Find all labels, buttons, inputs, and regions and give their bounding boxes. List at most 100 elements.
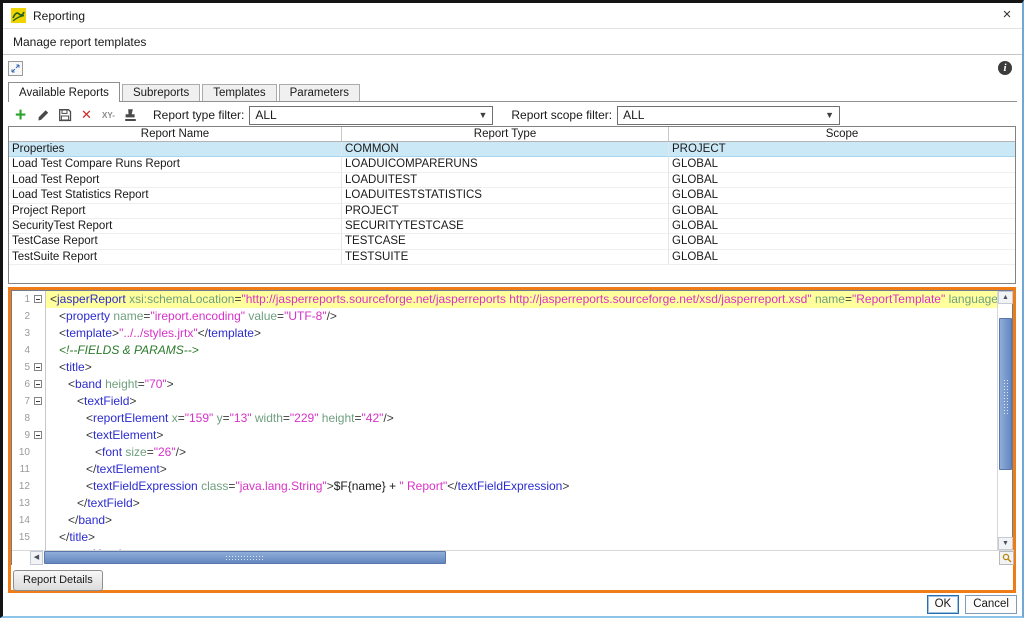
table-header: Report NameReport TypeScope <box>9 127 1015 142</box>
horizontal-scrollbar-thumb[interactable] <box>44 551 446 564</box>
magnifier-icon[interactable] <box>999 551 1014 565</box>
report-scope-filter-value: ALL <box>618 108 644 122</box>
report-editor-panel: 1<jasperReport xsi:schemaLocation="http:… <box>8 287 1016 593</box>
code-line[interactable]: 14</band> <box>12 512 998 529</box>
xml-editor[interactable]: 1<jasperReport xsi:schemaLocation="http:… <box>11 290 1013 565</box>
dialog-subtitle: Manage report templates <box>3 30 1022 55</box>
column-header-scope[interactable]: Scope <box>669 127 1015 141</box>
code-line[interactable]: 9<textElement> <box>12 427 998 444</box>
code-text: <font size="26"/> <box>45 444 998 461</box>
table-cell: PROJECT <box>669 142 1015 157</box>
fold-spacer <box>32 529 45 546</box>
scroll-down-icon[interactable]: ▼ <box>998 537 1013 550</box>
fold-spacer <box>32 410 45 427</box>
info-icon[interactable]: i <box>998 61 1012 75</box>
tab-parameters[interactable]: Parameters <box>279 84 360 101</box>
table-row[interactable]: Load Test Compare Runs ReportLOADUICOMPA… <box>9 157 1015 172</box>
pencil-icon[interactable] <box>34 107 51 124</box>
code-viewport[interactable]: 1<jasperReport xsi:schemaLocation="http:… <box>12 291 998 550</box>
table-cell: LOADUITEST <box>342 173 669 188</box>
tab-templates[interactable]: Templates <box>202 84 276 101</box>
title-bar: Reporting × <box>3 3 1022 29</box>
horizontal-scrollbar-track[interactable] <box>43 551 1001 565</box>
report-details-tab[interactable]: Report Details <box>13 570 103 591</box>
scroll-left-icon[interactable]: ◀ <box>30 551 43 565</box>
code-text: <!--FIELDS & PARAMS--> <box>45 342 998 359</box>
ok-button[interactable]: OK <box>927 595 960 614</box>
fold-spacer <box>32 495 45 512</box>
vertical-scrollbar[interactable]: ▲ ▼ <box>997 291 1012 550</box>
line-number: 11 <box>12 461 32 478</box>
table-cell: Load Test Compare Runs Report <box>9 157 342 172</box>
fold-spacer <box>32 444 45 461</box>
code-text: <textField> <box>45 393 998 410</box>
table-cell: GLOBAL <box>669 250 1015 265</box>
code-text: <template>"../../styles.jrtx"</template> <box>45 325 998 342</box>
table-row[interactable]: TestCase ReportTESTCASEGLOBAL <box>9 234 1015 249</box>
table-cell: GLOBAL <box>669 234 1015 249</box>
report-scope-filter-select[interactable]: ALL ▼ <box>617 106 840 125</box>
code-line[interactable]: 4<!--FIELDS & PARAMS--> <box>12 342 998 359</box>
table-row[interactable]: PropertiesCOMMONPROJECT <box>9 142 1015 157</box>
fold-spacer <box>32 308 45 325</box>
line-number: 8 <box>12 410 32 427</box>
table-cell: Properties <box>9 142 342 157</box>
code-line[interactable]: 1<jasperReport xsi:schemaLocation="http:… <box>12 291 998 308</box>
chevron-down-icon: ▼ <box>825 110 834 120</box>
table-row[interactable]: TestSuite ReportTESTSUITEGLOBAL <box>9 250 1015 265</box>
code-line[interactable]: 13</textField> <box>12 495 998 512</box>
column-header-report-name[interactable]: Report Name <box>9 127 342 141</box>
fold-toggle-icon[interactable] <box>32 376 45 393</box>
table-cell: GLOBAL <box>669 157 1015 172</box>
code-line[interactable]: 2<property name="ireport.encoding" value… <box>12 308 998 325</box>
scrollbar-spacer <box>12 551 30 565</box>
delete-icon[interactable]: ✕ <box>78 107 95 124</box>
table-row[interactable]: SecurityTest ReportSECURITYTESTCASEGLOBA… <box>9 219 1015 234</box>
save-icon[interactable] <box>56 107 73 124</box>
table-cell: LOADUICOMPARERUNS <box>342 157 669 172</box>
code-text: <reportElement x="159" y="13" width="229… <box>45 410 998 427</box>
table-cell: TESTSUITE <box>342 250 669 265</box>
code-text: <textFieldExpression class="java.lang.St… <box>45 478 998 495</box>
code-text: <band height="70"> <box>45 376 998 393</box>
code-line[interactable]: 8 <reportElement x="159" y="13" width="22… <box>12 410 998 427</box>
code-line[interactable]: 3<template>"../../styles.jrtx"</template… <box>12 325 998 342</box>
code-line[interactable]: 12<textFieldExpression class="java.lang.… <box>12 478 998 495</box>
table-cell: GLOBAL <box>669 204 1015 219</box>
table-cell: SecurityTest Report <box>9 219 342 234</box>
code-line[interactable]: 7<textField> <box>12 393 998 410</box>
tab-bar: Available ReportsSubreportsTemplatesPara… <box>8 82 1017 102</box>
table-row[interactable]: Load Test Statistics ReportLOADUITESTSTA… <box>9 188 1015 203</box>
fold-toggle-icon[interactable] <box>32 359 45 376</box>
code-line[interactable]: 6<band height="70"> <box>12 376 998 393</box>
code-line[interactable]: 11</textElement> <box>12 461 998 478</box>
fold-toggle-icon[interactable] <box>32 393 45 410</box>
thumb-grip <box>1003 379 1010 415</box>
code-line[interactable]: 10<font size="26"/> <box>12 444 998 461</box>
close-icon[interactable]: × <box>992 4 1022 28</box>
tab-available-reports[interactable]: Available Reports <box>8 82 120 102</box>
report-type-filter-select[interactable]: ALL ▼ <box>249 106 493 125</box>
table-row[interactable]: Load Test ReportLOADUITESTGLOBAL <box>9 173 1015 188</box>
tab-subreports[interactable]: Subreports <box>122 84 200 101</box>
line-number: 1 <box>12 291 32 308</box>
code-line[interactable]: 15</title> <box>12 529 998 546</box>
thumb-grip <box>225 555 265 562</box>
stamp-icon[interactable] <box>122 107 139 124</box>
fold-toggle-icon[interactable] <box>32 427 45 444</box>
rename-icon[interactable]: XY- <box>100 107 117 124</box>
fold-spacer <box>32 478 45 495</box>
vertical-scrollbar-thumb[interactable] <box>999 318 1012 470</box>
app-logo-icon <box>11 8 26 23</box>
cancel-button[interactable]: Cancel <box>965 595 1017 614</box>
line-number: 14 <box>12 512 32 529</box>
scroll-up-icon[interactable]: ▲ <box>998 291 1013 304</box>
column-header-report-type[interactable]: Report Type <box>342 127 669 141</box>
code-line[interactable]: 5<title> <box>12 359 998 376</box>
table-row[interactable]: Project ReportPROJECTGLOBAL <box>9 204 1015 219</box>
line-number: 2 <box>12 308 32 325</box>
horizontal-scrollbar[interactable]: ◀ ▶ <box>12 550 1014 565</box>
fold-toggle-icon[interactable] <box>32 291 45 308</box>
expand-panel-icon[interactable] <box>8 61 23 76</box>
add-icon[interactable]: + <box>12 107 29 124</box>
